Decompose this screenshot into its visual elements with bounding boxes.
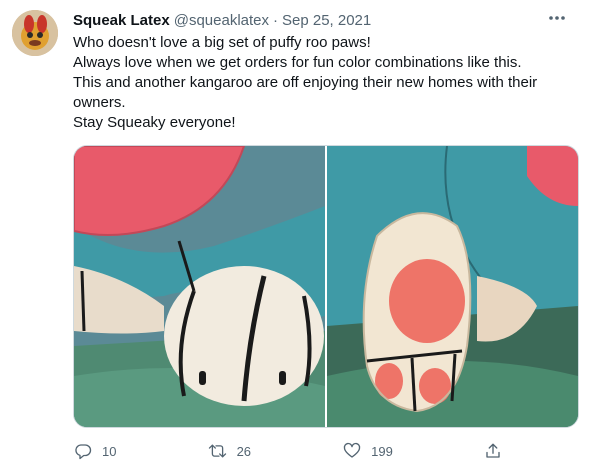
tweet-text-line: Stay Squeaky everyone! [73, 114, 236, 131]
more-icon [549, 16, 565, 20]
tweet-header: Squeak Latex @squeaklatex · Sep 25, 2021 [73, 10, 371, 30]
heart-icon [342, 442, 361, 461]
retweet-icon [208, 442, 227, 461]
author-name[interactable]: Squeak Latex [73, 12, 170, 29]
separator-dot: · [273, 11, 278, 29]
avatar[interactable] [12, 10, 58, 56]
share-icon [484, 442, 503, 461]
tweet-text: Who doesn't love a big set of puffy roo … [73, 33, 573, 133]
tweet-date[interactable]: Sep 25, 2021 [282, 12, 371, 29]
like-count: 199 [371, 443, 393, 459]
photo-left[interactable] [74, 146, 325, 427]
tweet-text-line: owners. [73, 94, 126, 111]
tweet: Squeak Latex @squeaklatex · Sep 25, 2021… [0, 0, 590, 472]
retweet-count: 26 [236, 443, 252, 459]
reply-button[interactable]: 10 [73, 442, 116, 461]
photo-left-image [74, 146, 325, 427]
share-button[interactable] [484, 442, 503, 461]
tweet-text-line: Always love when we get orders for fun c… [73, 54, 522, 71]
photo-right[interactable] [327, 146, 578, 427]
reply-icon [73, 442, 92, 461]
photo-right-image [327, 146, 578, 427]
more-button[interactable] [544, 8, 570, 28]
like-button[interactable]: 199 [342, 442, 393, 461]
tweet-text-line: Who doesn't love a big set of puffy roo … [73, 34, 371, 51]
action-bar: 10 26 199 [73, 440, 503, 462]
author-handle[interactable]: @squeaklatex [174, 12, 269, 29]
avatar-image [12, 10, 58, 56]
retweet-button[interactable]: 26 [208, 442, 251, 461]
tweet-text-line: This and another kangaroo are off enjoyi… [73, 74, 538, 91]
media-grid [73, 145, 579, 428]
reply-count: 10 [102, 443, 117, 459]
